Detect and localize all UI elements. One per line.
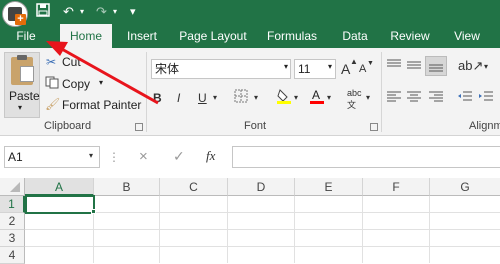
app-logo-icon: + [2,1,28,27]
annotation-arrow [46,41,159,105]
